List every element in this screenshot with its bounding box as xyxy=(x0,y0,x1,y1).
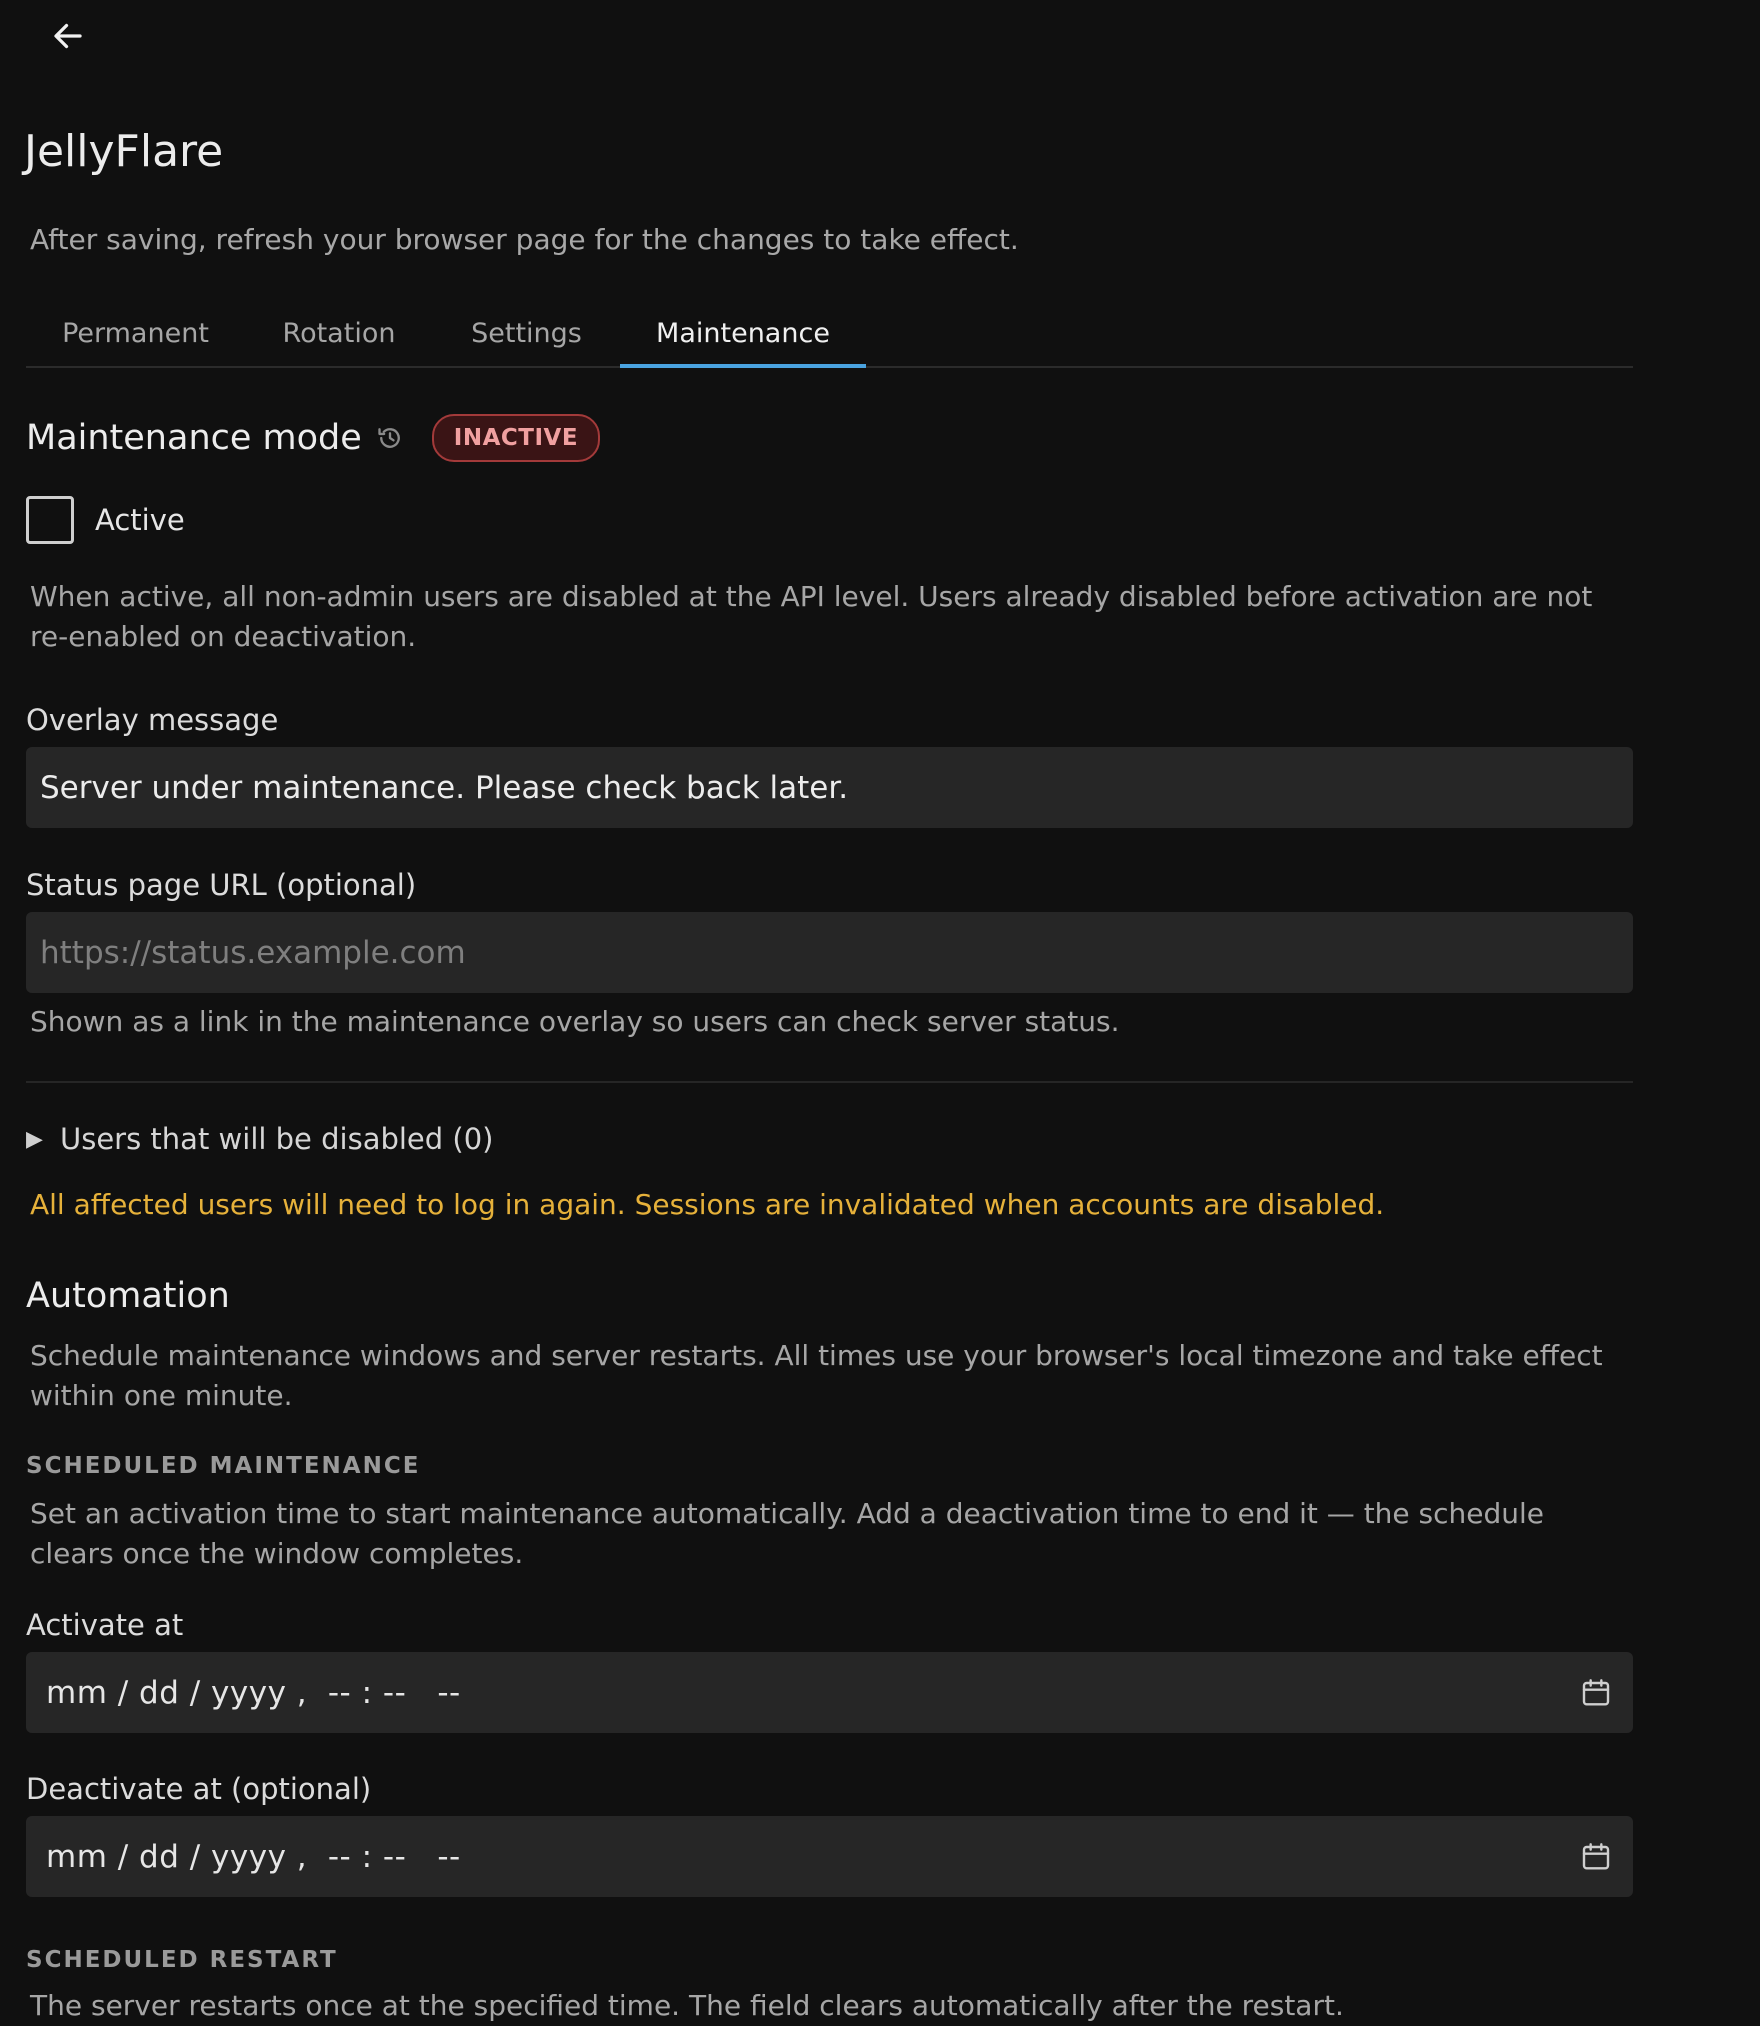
status-url-label: Status page URL (optional) xyxy=(26,868,417,902)
arrow-left-icon xyxy=(54,23,82,49)
deactivate-at-label: Deactivate at (optional) xyxy=(26,1772,372,1806)
history-icon[interactable] xyxy=(376,423,406,453)
activate-at-label: Activate at xyxy=(26,1608,184,1642)
tab-permanent[interactable]: Permanent xyxy=(26,300,245,366)
calendar-icon[interactable] xyxy=(1579,1840,1613,1874)
page-title: JellyFlare xyxy=(24,126,224,177)
scheduled-maintenance-description: Set an activation time to start maintena… xyxy=(30,1497,1545,1570)
sessions-warning: All affected users will need to log in a… xyxy=(30,1188,1385,1221)
status-url-help-text: Shown as a link in the maintenance overl… xyxy=(30,1005,1120,1038)
back-button[interactable] xyxy=(48,16,88,56)
scheduled-restart-heading: SCHEDULED RESTART xyxy=(26,1947,338,1973)
tab-settings[interactable]: Settings xyxy=(433,300,620,366)
triangle-right-icon: ▶ xyxy=(26,1126,43,1152)
overlay-message-label: Overlay message xyxy=(26,703,279,737)
activate-at-value[interactable]: mm / dd / yyyy , -- : -- -- xyxy=(46,1675,1579,1711)
maintenance-mode-header: Maintenance mode INACTIVE xyxy=(26,412,601,464)
deactivate-at-input[interactable]: mm / dd / yyyy , -- : -- -- xyxy=(26,1816,1633,1897)
users-disabled-label[interactable]: Users that will be disabled (0) xyxy=(60,1122,493,1156)
status-badge: INACTIVE xyxy=(431,414,601,462)
page: JellyFlare After saving, refresh your br… xyxy=(0,0,1760,2022)
overlay-message-input[interactable] xyxy=(26,747,1633,828)
scheduled-maintenance-heading: SCHEDULED MAINTENANCE xyxy=(26,1453,421,1479)
active-checkbox[interactable] xyxy=(26,496,74,544)
deactivate-at-value[interactable]: mm / dd / yyyy , -- : -- -- xyxy=(46,1839,1579,1875)
scheduled-restart-description: The server restarts once at the specifie… xyxy=(30,1989,1344,2022)
active-checkbox-row[interactable]: Active xyxy=(26,496,185,544)
calendar-icon[interactable] xyxy=(1579,1676,1613,1710)
activate-at-input[interactable]: mm / dd / yyyy , -- : -- -- xyxy=(26,1652,1633,1733)
automation-description: Schedule maintenance windows and server … xyxy=(30,1339,1603,1412)
tab-maintenance[interactable]: Maintenance xyxy=(620,300,866,368)
section-title: Maintenance mode xyxy=(26,418,362,458)
section-divider xyxy=(26,1081,1633,1083)
users-disabled-disclosure[interactable]: ▶ Users that will be disabled (0) xyxy=(26,1122,493,1156)
active-help-text: When active, all non-admin users are dis… xyxy=(30,580,1593,653)
tab-bar: Permanent Rotation Settings Maintenance xyxy=(26,300,1633,368)
automation-title: Automation xyxy=(26,1276,230,1316)
active-checkbox-label[interactable]: Active xyxy=(95,503,185,537)
tab-rotation[interactable]: Rotation xyxy=(245,300,433,366)
page-subtitle: After saving, refresh your browser page … xyxy=(30,223,1019,256)
status-url-input[interactable] xyxy=(26,912,1633,993)
